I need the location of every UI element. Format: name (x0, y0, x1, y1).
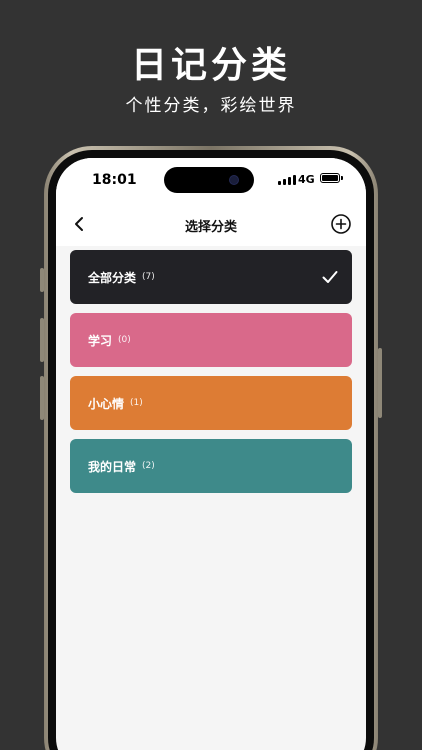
app-screen: 18:01 4G 选择分类 全部分类 (7) 学习 (0) 小心情 (1) 我的… (56, 158, 366, 750)
promo-subtitle: 个性分类，彩绘世界 (125, 96, 297, 116)
battery-icon (320, 173, 340, 183)
plus-circle-icon (331, 214, 351, 234)
category-name: 全部分类 (88, 270, 137, 285)
status-time: 18:01 (92, 172, 137, 188)
promo-title: 日记分类 (130, 44, 291, 86)
add-category-button[interactable] (330, 213, 352, 235)
page-title: 选择分类 (184, 220, 237, 235)
phone-power-button (378, 348, 382, 418)
category-item-study[interactable]: 学习 (0) (70, 313, 352, 367)
network-type: 4G (298, 173, 315, 186)
category-name: 小心情 (88, 396, 125, 411)
checkmark-icon (322, 271, 338, 283)
category-list: 全部分类 (7) 学习 (0) 小心情 (1) 我的日常 (2) (70, 250, 352, 502)
category-item-all[interactable]: 全部分类 (7) (70, 250, 352, 304)
status-bar: 18:01 4G (56, 158, 366, 202)
category-count: (2) (142, 461, 155, 471)
nav-bar: 选择分类 (56, 202, 366, 246)
dynamic-island (164, 167, 254, 193)
category-count: (0) (118, 335, 131, 345)
category-count: (1) (130, 398, 143, 408)
category-name: 学习 (88, 333, 113, 348)
battery-cap (341, 176, 343, 180)
category-count: (7) (142, 272, 155, 282)
category-item-mood[interactable]: 小心情 (1) (70, 376, 352, 430)
category-name: 我的日常 (88, 459, 137, 474)
camera-icon (230, 176, 238, 184)
signal-icon (278, 175, 296, 185)
phone-frame: 18:01 4G 选择分类 全部分类 (7) 学习 (0) 小心情 (1) 我的… (44, 146, 378, 750)
category-item-daily[interactable]: 我的日常 (2) (70, 439, 352, 493)
